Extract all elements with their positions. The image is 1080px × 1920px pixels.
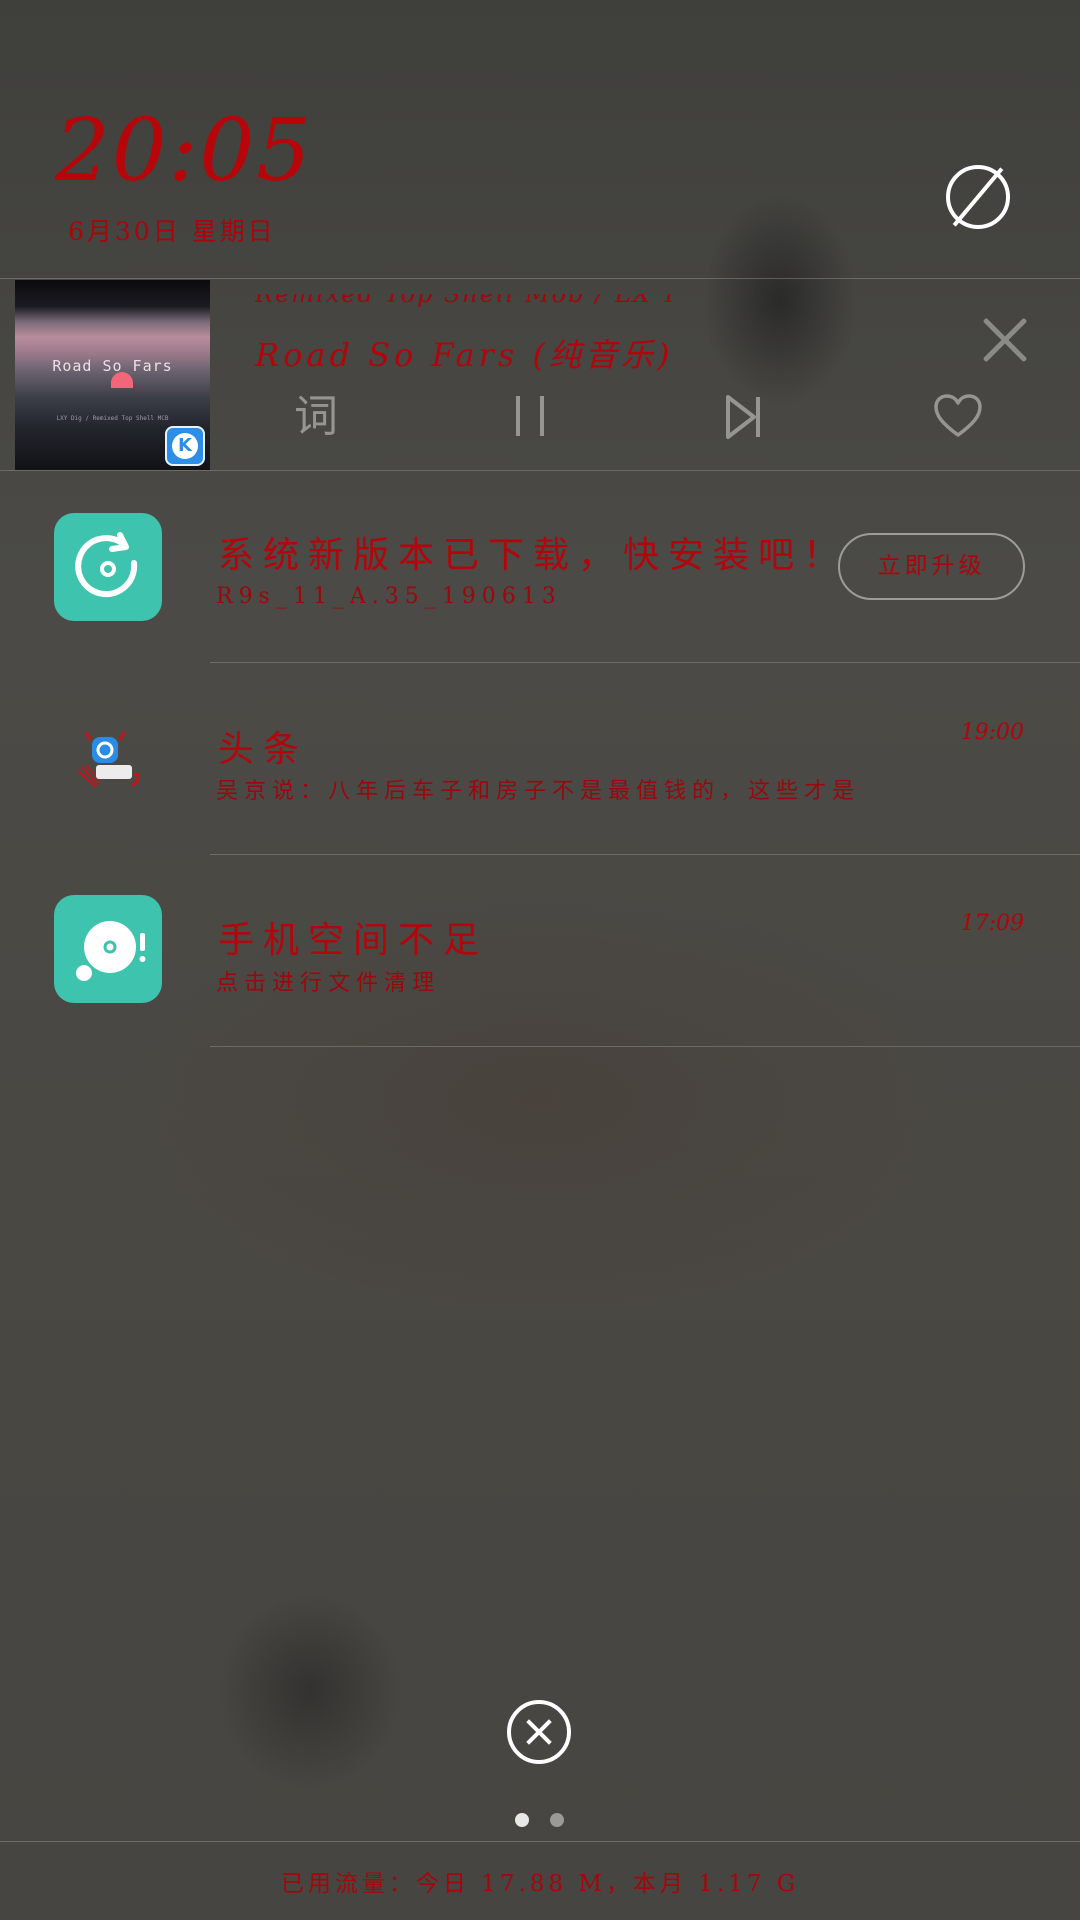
skip-next-icon-graphic xyxy=(726,395,760,439)
upgrade-now-button[interactable]: 立即升级 xyxy=(838,533,1025,600)
heart-icon-graphic xyxy=(934,394,982,437)
notification-body: 点击进行文件清理 xyxy=(216,971,441,996)
storage-warning-icon xyxy=(54,895,162,1003)
notification-body: R9s_11_A.35_190613 xyxy=(216,584,562,609)
pause-icon[interactable] xyxy=(512,393,548,441)
clock-date: 6月30日 星期日 xyxy=(68,217,276,246)
divider xyxy=(0,470,1080,471)
kugou-music-icon: K xyxy=(165,426,205,466)
toutiao-app-icon xyxy=(76,731,142,791)
divider xyxy=(0,278,1080,279)
page-indicator[interactable] xyxy=(550,1813,564,1827)
music-artist-text: Remixed Top Shell Mob / LX Y xyxy=(255,294,680,308)
album-art-subtitle: LXY Dig / Remixed Top Shell MCB xyxy=(56,415,169,422)
do-not-disturb-icon[interactable] xyxy=(946,165,1010,229)
data-usage-text: 已用流量：今日 17.88 M，本月 1.17 G xyxy=(280,1871,800,1897)
notification-title: 系统新版本已下载，快安装吧！ xyxy=(218,535,849,576)
clear-all-icon[interactable] xyxy=(507,1700,571,1764)
heart-icon[interactable] xyxy=(933,393,983,441)
lyrics-button[interactable]: 词 xyxy=(294,393,344,441)
album-art-sun xyxy=(111,372,133,388)
divider xyxy=(210,854,1080,855)
notification-time: 19:00 xyxy=(960,720,1024,745)
album-art-title: Road So Fars xyxy=(52,357,173,375)
page-indicator-active xyxy=(515,1813,529,1827)
notification-time: 17:09 xyxy=(960,911,1024,936)
kugou-badge-letter: K xyxy=(172,433,198,459)
system-update-icon xyxy=(54,513,162,621)
notification-title: 手机空间不足 xyxy=(218,920,489,961)
divider xyxy=(210,662,1080,663)
divider xyxy=(0,1841,1080,1842)
music-artist: Remixed Top Shell Mob / LX Y xyxy=(255,294,815,320)
storage-warning-icon-graphic xyxy=(76,921,146,981)
close-icon[interactable] xyxy=(982,317,1028,363)
clock-time: 20:05 xyxy=(55,101,313,201)
music-title: Road So Fars (纯音乐) xyxy=(255,336,674,374)
divider xyxy=(210,1046,1080,1047)
skip-next-icon[interactable] xyxy=(724,393,764,441)
toutiao-app-icon-graphic xyxy=(77,731,140,788)
notification-title: 头条 xyxy=(218,729,309,770)
system-update-icon-graphic xyxy=(75,532,138,598)
notification-body: 吴京说：八年后车子和房子不是最值钱的，这些才是 xyxy=(216,779,861,804)
